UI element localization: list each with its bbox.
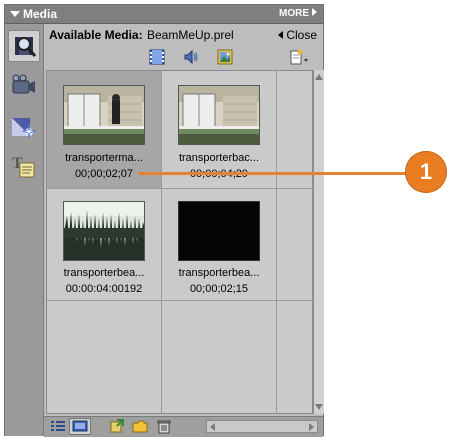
scroll-up-icon[interactable] [315, 74, 323, 80]
panel-sidebar: T [5, 24, 44, 436]
close-arrow-icon [278, 31, 284, 39]
media-duration: 00:00:04:00192 [65, 283, 143, 295]
horizontal-scrollbar[interactable] [206, 420, 318, 433]
collapse-triangle-icon[interactable] [10, 11, 20, 17]
scroll-right-icon[interactable] [309, 423, 314, 431]
titles-icon: T [12, 155, 35, 178]
video-camera-icon [12, 74, 35, 94]
trash-icon[interactable] [156, 419, 172, 434]
vertical-scrollbar[interactable] [313, 70, 324, 414]
more-button[interactable]: MORE [279, 8, 317, 19]
more-arrow-icon [312, 8, 317, 16]
media-item[interactable]: transporterbea... 00:00:04:00192 [47, 189, 162, 301]
empty-cell [277, 301, 314, 413]
more-label: MORE [279, 8, 309, 19]
list-view-icon[interactable] [50, 419, 66, 434]
audio-speaker-icon[interactable] [183, 49, 199, 65]
media-name: transporterbea... [178, 267, 260, 279]
media-main: Available Media: BeamMeUp.prel Close tra… [44, 24, 324, 437]
close-button[interactable]: Close [278, 28, 317, 42]
media-duration: 00;00;02;15 [189, 283, 249, 295]
black-video-thumbnail [178, 201, 260, 261]
thumbnail-view-button[interactable] [69, 418, 91, 435]
close-label: Close [286, 28, 317, 42]
available-media-label: Available Media: [49, 28, 143, 42]
media-filter-bar [44, 46, 323, 70]
media-magnifier-icon [15, 37, 37, 57]
new-item-icon[interactable] [289, 49, 309, 65]
callout-badge: 1 [405, 151, 447, 193]
effects-icon [12, 118, 37, 139]
thumbnail-view-icon [72, 420, 88, 432]
media-panel: Media MORE T Available Media: BeamMeUp.p… [4, 4, 324, 437]
sidebar-item-titles[interactable]: T [8, 152, 40, 184]
sidebar-item-capture[interactable] [8, 71, 40, 103]
media-item[interactable]: transporterbea... 00;00;02;15 [162, 189, 277, 301]
sidebar-item-media[interactable] [8, 30, 40, 62]
media-name: transporterbea... [63, 267, 145, 279]
panel-titlebar: Media MORE [5, 5, 323, 24]
media-header: Available Media: BeamMeUp.prel Close [44, 24, 323, 46]
sidebar-item-effects[interactable] [8, 112, 40, 144]
scroll-left-icon[interactable] [210, 423, 215, 431]
empty-cell [162, 301, 277, 413]
folder-icon[interactable] [132, 419, 148, 434]
panel-title: Media [23, 7, 58, 21]
empty-cell [47, 301, 162, 413]
video-thumbnail [178, 85, 260, 145]
media-name: transporterbac... [178, 152, 260, 164]
get-media-icon[interactable] [109, 419, 125, 434]
media-name: transporterma... [65, 152, 143, 164]
audio-waveform-thumbnail [63, 201, 145, 261]
video-thumbnail [63, 85, 145, 145]
project-name: BeamMeUp.prel [147, 28, 234, 42]
still-image-icon[interactable] [217, 49, 233, 65]
film-strip-icon[interactable] [149, 49, 165, 65]
empty-cell [277, 189, 314, 301]
callout-leader-line [139, 172, 413, 175]
media-bottom-bar [44, 416, 323, 437]
scroll-down-icon[interactable] [315, 404, 323, 410]
media-grid: transporterma... 00;00;02;07 transporter… [46, 70, 314, 414]
